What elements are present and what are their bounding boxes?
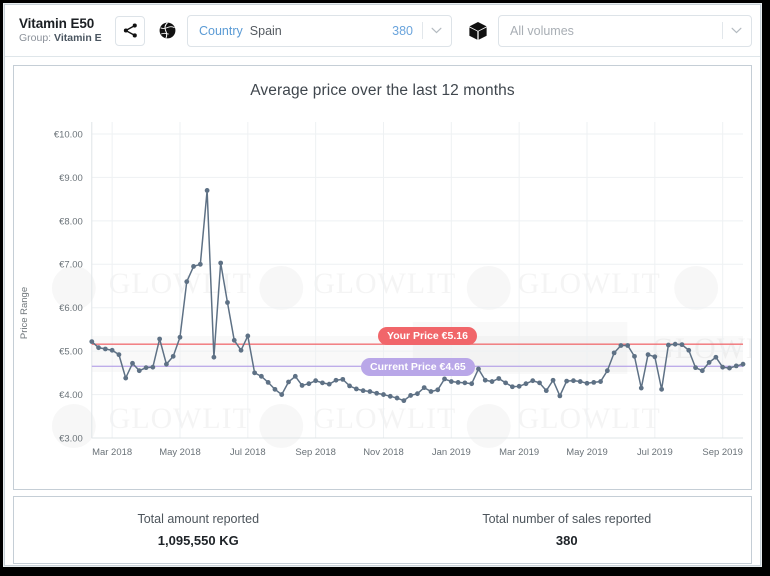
country-select-value: Spain <box>249 23 282 38</box>
y-axis-label: Price Range <box>19 287 30 339</box>
total-sales-block: Total number of sales reported 380 <box>383 510 752 551</box>
svg-text:€10.00: €10.00 <box>54 129 83 140</box>
chevron-down-icon[interactable] <box>423 16 449 46</box>
volumes-button[interactable] <box>464 16 492 46</box>
total-sales-label: Total number of sales reported <box>482 512 652 526</box>
chart-plot-area: GLOWLITGLOWLITGLOWLITGLOWLITGLOWLITGLOWL… <box>14 108 751 490</box>
share-button[interactable] <box>115 15 145 46</box>
total-amount-value: 1,095,550 KG <box>157 533 239 548</box>
svg-text:GLOWLIT: GLOWLIT <box>518 402 661 435</box>
svg-text:Nov 2018: Nov 2018 <box>363 447 403 458</box>
volumes-select[interactable]: All volumes <box>498 14 752 47</box>
cube-icon <box>469 21 487 40</box>
svg-text:€7.00: €7.00 <box>59 260 83 271</box>
chart-title: Average price over the last 12 months <box>250 82 515 99</box>
globe-icon <box>159 22 175 39</box>
price-line-chart[interactable]: GLOWLITGLOWLITGLOWLITGLOWLITGLOWLITGLOWL… <box>14 108 751 490</box>
toolbar: Vitamin E50 Group: Vitamin E Country Spa… <box>5 5 760 57</box>
globe-button[interactable] <box>153 16 181 46</box>
country-select-count: 380 <box>392 23 413 38</box>
svg-text:€9.00: €9.00 <box>59 173 83 184</box>
product-group: Group: Vitamin E <box>19 32 105 45</box>
share-icon <box>123 23 137 38</box>
svg-text:May 2018: May 2018 <box>159 447 201 458</box>
chart-card: Average price over the last 12 months GL… <box>13 65 752 490</box>
svg-text:Sep 2018: Sep 2018 <box>295 447 335 458</box>
product-group-prefix: Group: <box>19 32 55 44</box>
your-price-badge: Your Price €5.16 <box>378 327 477 346</box>
svg-text:May 2019: May 2019 <box>566 447 608 458</box>
application-window: Vitamin E50 Group: Vitamin E Country Spa… <box>0 0 770 576</box>
svg-text:GLOWLIT: GLOWLIT <box>518 267 661 300</box>
total-amount-label: Total amount reported <box>137 512 260 526</box>
country-select[interactable]: Country Spain 380 <box>187 14 452 47</box>
svg-text:Jul 2018: Jul 2018 <box>230 447 266 458</box>
window-content: Vitamin E50 Group: Vitamin E Country Spa… <box>4 4 761 566</box>
summary-footer: Total amount reported 1,095,550 KG Total… <box>13 496 752 564</box>
svg-text:Mar 2019: Mar 2019 <box>499 447 539 458</box>
svg-text:Jan 2019: Jan 2019 <box>432 447 471 458</box>
svg-text:Sep 2019: Sep 2019 <box>702 447 742 458</box>
current-price-badge: Current Price €4.65 <box>361 358 475 377</box>
svg-text:GLOWLIT: GLOWLIT <box>313 267 456 300</box>
svg-text:GLOWLIT: GLOWLIT <box>313 402 456 435</box>
product-info: Vitamin E50 Group: Vitamin E <box>19 16 105 45</box>
svg-text:€4.00: €4.00 <box>59 390 83 401</box>
country-select-label: Country <box>199 23 243 38</box>
volumes-select-value: All volumes <box>510 23 574 38</box>
product-group-name: Vitamin E <box>54 32 102 44</box>
svg-text:€5.00: €5.00 <box>59 347 83 358</box>
chevron-down-icon[interactable] <box>723 16 749 46</box>
svg-text:€8.00: €8.00 <box>59 216 83 227</box>
total-sales-value: 380 <box>555 533 578 548</box>
svg-text:€6.00: €6.00 <box>59 303 83 314</box>
total-amount-block: Total amount reported 1,095,550 KG <box>14 510 383 551</box>
x-axis-ticks: Mar 2018 May 2018 Jul 2018 Sep 2018 Nov 2018… <box>92 447 743 458</box>
svg-text:€3.00: €3.00 <box>59 433 83 444</box>
svg-text:Jul 2019: Jul 2019 <box>637 447 673 458</box>
page-title: Vitamin E50 <box>19 16 95 31</box>
svg-text:Mar 2018: Mar 2018 <box>92 447 132 458</box>
